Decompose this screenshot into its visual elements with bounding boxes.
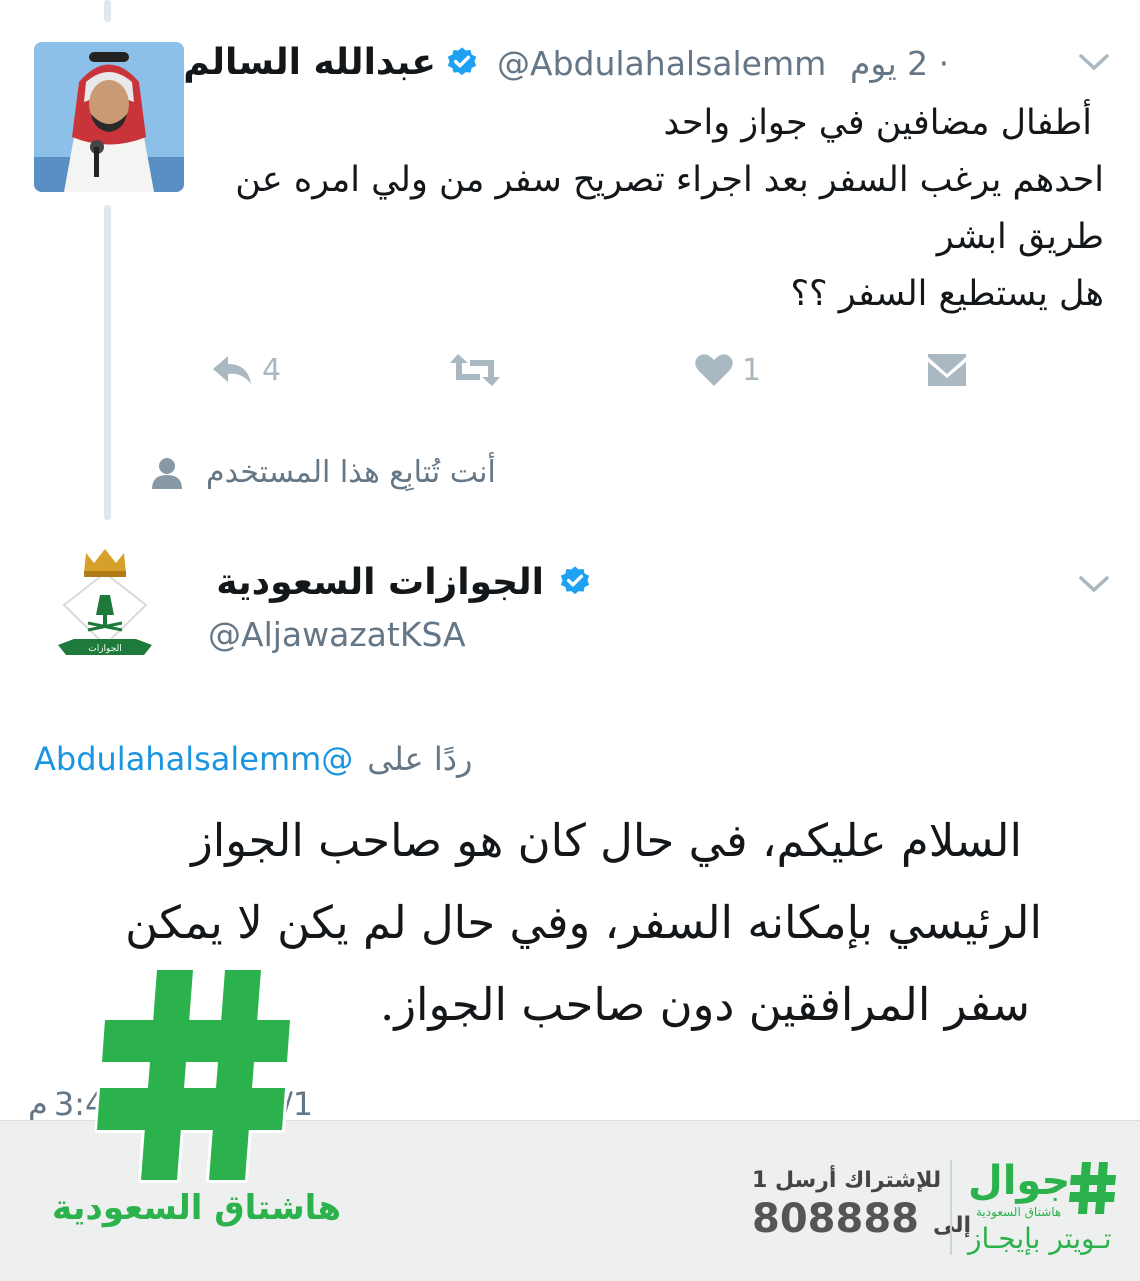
like-button[interactable]: 1 [694, 352, 761, 388]
hashtag-caption: هاشتاق السعودية [52, 1188, 342, 1228]
reply-to-prefix: ردًا على [367, 740, 473, 778]
author-name[interactable]: عبدالله السالم [183, 42, 436, 83]
timestamp-suffix: م [28, 1085, 48, 1123]
author-name[interactable]: الجوازات السعودية [216, 562, 544, 603]
verified-icon [560, 566, 590, 595]
tweet-timestamp: م 3:4 [28, 1085, 105, 1123]
dm-icon [928, 354, 966, 386]
tweet-body: أطفال مضافين في جواز واحد احدهم يرغب الس… [235, 95, 1104, 323]
follow-note: أنت تُتابِع هذا المستخدم [150, 455, 496, 490]
tweet-line: السلام عليكم، في حال كان هو صاحب الجواز [191, 814, 1022, 867]
like-count: 1 [742, 352, 762, 388]
reply-count: 4 [262, 352, 282, 388]
verified-icon [447, 47, 477, 76]
retweet-button[interactable] [448, 352, 502, 388]
hashtag-icon [1069, 1162, 1116, 1214]
tweet-line: هل يستطيع السفر ؟؟ [790, 274, 1104, 314]
subscribe-number: 808888 إلى [752, 1196, 971, 1242]
reply-icon [213, 356, 251, 384]
svg-text:الجوازات: الجوازات [88, 644, 122, 654]
follow-note-text: أنت تُتابِع هذا المستخدم [206, 455, 496, 490]
tweet-line: احدهم يرغب السفر بعد اجراء تصريح سفر من … [235, 160, 1104, 200]
tweet-line: طريق ابشر [936, 217, 1104, 257]
brand-tagline: تـويتر بإيجـاز [968, 1222, 1112, 1255]
author-handle[interactable]: @Abdulahalsalemm [497, 44, 826, 83]
hashtag-icon [95, 967, 293, 1183]
like-icon [695, 354, 733, 386]
brand-sub: هاشتاق السعودية [976, 1205, 1062, 1219]
to-label: إلى [933, 1213, 972, 1238]
divider [950, 1160, 952, 1255]
number: 808888 [752, 1196, 919, 1242]
thread-line [104, 205, 111, 520]
tweet-time[interactable]: · 2 يوم [850, 44, 949, 83]
avatar[interactable] [34, 42, 184, 192]
person-icon [152, 457, 182, 489]
tweet-line: أطفال مضافين في جواز واحد [663, 103, 1092, 143]
dm-button[interactable] [926, 352, 968, 388]
subscribe-line: للإشتراك أرسل 1 [752, 1168, 942, 1193]
author-handle[interactable]: @AljawazatKSA [208, 615, 466, 654]
thread-line [104, 0, 111, 22]
tweet-line: الرئيسي بإمكانه السفر، وفي حال لم يكن لا… [125, 896, 1042, 949]
chevron-down-icon[interactable] [1078, 574, 1110, 594]
chevron-down-icon[interactable] [1078, 52, 1110, 72]
brand-name: جوال [968, 1158, 1071, 1204]
reply-button[interactable]: 4 [210, 352, 281, 388]
reply-to-handle[interactable]: Abdulahalsalemm@ [34, 740, 353, 778]
retweet-icon [450, 354, 500, 386]
reply-to: Abdulahalsalemm@ ردًا على [34, 740, 472, 778]
avatar[interactable]: الجوازات [44, 545, 166, 670]
